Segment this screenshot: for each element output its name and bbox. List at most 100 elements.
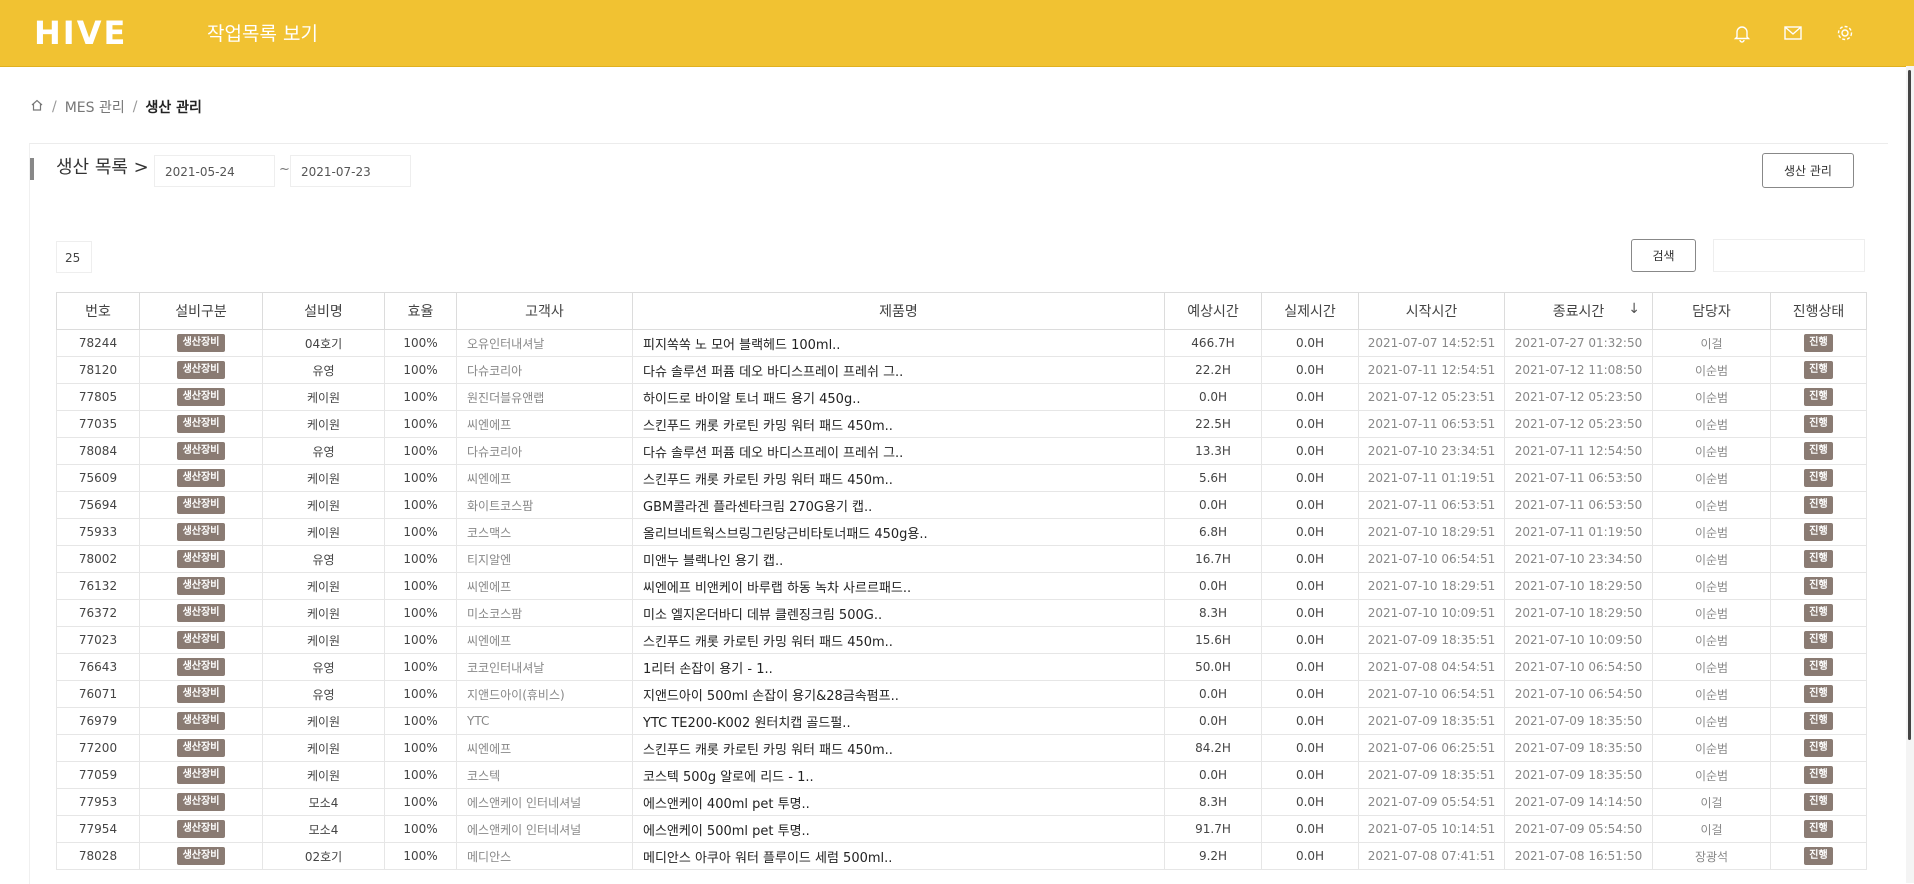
table-row[interactable]: 76979 생산장비 케이원 100% YTC YTC TE200-K002 원터치캡 골… [56,707,1867,735]
cell-no: 76979 [56,707,140,735]
cell-customer: 에스앤케이 인터네셔널 [456,788,633,816]
cell-product: 스킨푸드 캐롯 카로틴 카밍 워터 패드 450m.. [632,626,1165,654]
status-badge[interactable]: 진행 [1804,685,1833,703]
status-badge[interactable]: 진행 [1804,334,1833,352]
table-row[interactable]: 77954 생산장비 모소4 100% 에스앤케이 인터네셔널 에스앤케이 500ml p… [56,815,1867,843]
cell-actual: 0.0H [1261,653,1359,681]
date-separator: ~ [279,162,290,177]
cell-equip-name: 케이원 [262,410,385,438]
column-header-start[interactable]: 시작시간 [1358,292,1505,330]
cell-state: 진행 [1770,572,1867,600]
status-badge[interactable]: 진행 [1804,820,1833,838]
table-row[interactable]: 76071 생산장비 유영 100% 지앤드아이(휴비스) 지앤드아이 500ml 손잡이… [56,680,1867,708]
table-row[interactable]: 75933 생산장비 케이원 100% 코스맥스 올리브네트웍스브링그린당근비타토너패드 … [56,518,1867,546]
page-size-select[interactable]: 25 [56,241,92,273]
status-badge[interactable]: 진행 [1804,442,1833,460]
cell-estimated: 0.0H [1164,491,1262,519]
cell-estimated: 0.0H [1164,572,1262,600]
status-badge[interactable]: 진행 [1804,550,1833,568]
cell-estimated: 6.8H [1164,518,1262,546]
column-header-state[interactable]: 진행상태 [1770,292,1867,330]
column-header-equip-name[interactable]: 설비명 [262,292,385,330]
cell-product: 피지쏙쏙 노 모어 블랙헤드 100ml.. [632,329,1165,357]
table-row[interactable]: 76372 생산장비 케이원 100% 미소코스팜 미소 엘지온더바디 데뷰 클렌징크림 … [56,599,1867,627]
table-row[interactable]: 76643 생산장비 유영 100% 코코인터내셔날 1리터 손잡이 용기 - 1.. 50… [56,653,1867,681]
column-header-end[interactable]: 종료시간 ↓ [1504,292,1653,330]
table-row[interactable]: 76132 생산장비 케이원 100% 씨엔에프 씨엔에프 비앤케이 바루랩 하동 녹차 … [56,572,1867,600]
home-icon[interactable] [30,98,44,116]
table-row[interactable]: 77200 생산장비 케이원 100% 씨엔에프 스킨푸드 캐롯 카로틴 카밍 워터 패드… [56,734,1867,762]
cell-customer: 티지알엔 [456,545,633,573]
search-input[interactable] [1713,239,1865,272]
cell-end: 2021-07-10 06:54:50 [1504,680,1653,708]
cell-state: 진행 [1770,815,1867,843]
table-row[interactable]: 77035 생산장비 케이원 100% 씨엔에프 스킨푸드 캐롯 카로틴 카밍 워터 패드… [56,410,1867,438]
logo[interactable]: HIVE [34,16,127,50]
cell-manager: 이순범 [1652,572,1771,600]
date-from-input[interactable]: 2021-05-24 [154,155,275,187]
mail-icon[interactable] [1782,22,1804,44]
cell-start: 2021-07-12 05:23:51 [1358,383,1505,411]
gear-icon[interactable] [1834,22,1856,44]
table-row[interactable]: 78244 생산장비 04호기 100% 오유인터내셔날 피지쏙쏙 노 모어 블랙헤드 1… [56,329,1867,357]
production-manage-button[interactable]: 생산 관리 [1762,153,1854,188]
status-badge[interactable]: 진행 [1804,658,1833,676]
status-badge[interactable]: 진행 [1804,469,1833,487]
status-badge[interactable]: 진행 [1804,793,1833,811]
table-row[interactable]: 77953 생산장비 모소4 100% 에스앤케이 인터네셔널 에스앤케이 400ml p… [56,788,1867,816]
column-header-equip-type[interactable]: 설비구분 [139,292,263,330]
status-badge[interactable]: 진행 [1804,604,1833,622]
table-row[interactable]: 77805 생산장비 케이원 100% 원진더블유앤랩 하이드로 바이알 토너 패드 용기… [56,383,1867,411]
column-header-efficiency[interactable]: 효율 [384,292,457,330]
column-header-actual[interactable]: 실제시간 [1261,292,1359,330]
table-row[interactable]: 78084 생산장비 유영 100% 다슈코리아 다슈 솔루션 퍼퓸 데오 바디스프레이 … [56,437,1867,465]
cell-manager: 이순범 [1652,410,1771,438]
table-row[interactable]: 77023 생산장비 케이원 100% 씨엔에프 스킨푸드 캐롯 카로틴 카밍 워터 패드… [56,626,1867,654]
equip-type-badge: 생산장비 [176,658,226,676]
cell-no: 76643 [56,653,140,681]
status-badge[interactable]: 진행 [1804,523,1833,541]
cell-start: 2021-07-06 06:25:51 [1358,734,1505,762]
cell-no: 76071 [56,680,140,708]
breadcrumb-mes[interactable]: MES 관리 [65,97,125,117]
status-badge[interactable]: 진행 [1804,496,1833,514]
cell-actual: 0.0H [1261,545,1359,573]
cell-product: 스킨푸드 캐롯 카로틴 카밍 워터 패드 450m.. [632,464,1165,492]
page-scrollbar[interactable] [1906,66,1914,883]
cell-actual: 0.0H [1261,734,1359,762]
scrollbar-thumb[interactable] [1908,70,1911,740]
status-badge[interactable]: 진행 [1804,847,1833,865]
table-row[interactable]: 75694 생산장비 케이원 100% 화이트코스팜 GBM콜라겐 플라센타크림 270G… [56,491,1867,519]
cell-estimated: 8.3H [1164,788,1262,816]
status-badge[interactable]: 진행 [1804,739,1833,757]
status-badge[interactable]: 진행 [1804,631,1833,649]
status-badge[interactable]: 진행 [1804,388,1833,406]
bell-icon[interactable] [1731,22,1753,44]
status-badge[interactable]: 진행 [1804,361,1833,379]
cell-product: 코스텍 500g 알로에 리드 - 1.. [632,761,1165,789]
status-badge[interactable]: 진행 [1804,766,1833,784]
cell-state: 진행 [1770,842,1867,870]
table-row[interactable]: 78002 생산장비 유영 100% 티지알엔 미앤누 블랙나인 용기 캡.. 16.7H 0… [56,545,1867,573]
cell-estimated: 0.0H [1164,707,1262,735]
column-header-customer[interactable]: 고객사 [456,292,633,330]
cell-no: 77059 [56,761,140,789]
table-row[interactable]: 78028 생산장비 02호기 100% 메디안스 메디안스 아쿠아 워터 플루이드 세럼… [56,842,1867,870]
table-row[interactable]: 77059 생산장비 케이원 100% 코스텍 코스텍 500g 알로에 리드 - 1..… [56,761,1867,789]
cell-customer: 메디안스 [456,842,633,870]
sort-down-icon[interactable]: ↓ [1628,301,1640,317]
status-badge[interactable]: 진행 [1804,712,1833,730]
cell-end: 2021-07-11 01:19:50 [1504,518,1653,546]
search-button[interactable]: 검색 [1631,239,1696,272]
column-header-product[interactable]: 제품명 [632,292,1165,330]
date-to-input[interactable]: 2021-07-23 [290,155,411,187]
status-badge[interactable]: 진행 [1804,415,1833,433]
cell-customer: 씨엔에프 [456,626,633,654]
status-badge[interactable]: 진행 [1804,577,1833,595]
column-header-manager[interactable]: 담당자 [1652,292,1771,330]
cell-efficiency: 100% [384,842,457,870]
column-header-no[interactable]: 번호 [56,292,140,330]
table-row[interactable]: 75609 생산장비 케이원 100% 씨엔에프 스킨푸드 캐롯 카로틴 카밍 워터 패드… [56,464,1867,492]
table-row[interactable]: 78120 생산장비 유영 100% 다슈코리아 다슈 솔루션 퍼퓸 데오 바디스프레이 … [56,356,1867,384]
column-header-estimated[interactable]: 예상시간 [1164,292,1262,330]
